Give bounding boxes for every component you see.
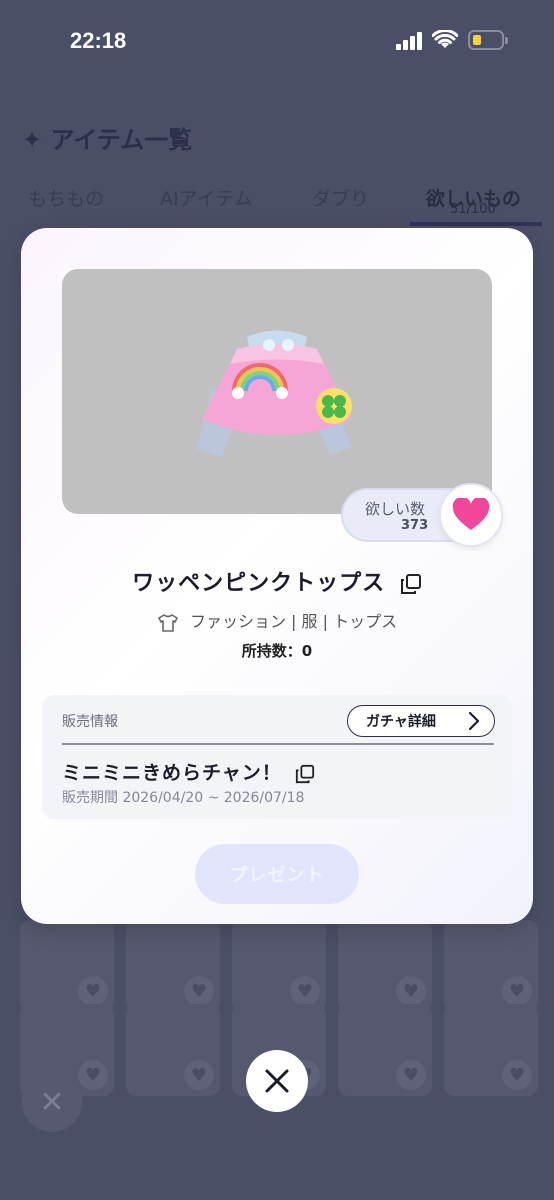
gacha-detail-label: ガチャ詳細 <box>366 714 436 730</box>
tab-bar: もちもの AIアイテム ダブり 欲しいもの 51/100 <box>0 170 554 230</box>
gacha-detail-button[interactable]: ガチャ詳細 <box>347 705 495 737</box>
heart-icon: ♥ <box>184 1060 214 1090</box>
heart-icon: ♥ <box>290 976 320 1006</box>
active-tab-indicator <box>410 222 542 226</box>
copy-icon[interactable] <box>295 764 315 784</box>
item-category: ファッション | 服 | トップス <box>21 608 533 633</box>
grid-item[interactable]: ♥ <box>20 920 114 1012</box>
gacha-name: ミニミニきめらチャン！ <box>62 762 282 784</box>
divider <box>62 743 494 745</box>
wishlist-heart-button[interactable] <box>439 483 503 547</box>
shirt-icon <box>158 613 178 632</box>
sales-info-label: 販売情報 <box>62 714 118 730</box>
pink-top-illustration <box>197 330 352 457</box>
chevron-right-icon <box>468 711 480 731</box>
grid-item[interactable]: ♥ <box>232 920 326 1012</box>
battery-icon <box>468 30 508 50</box>
page-title: ✦ アイテム一覧 <box>22 126 193 154</box>
grid-item[interactable]: ♥ <box>338 1004 432 1096</box>
grid-item[interactable]: ♥ <box>444 920 538 1012</box>
item-name: ワッペンピンクトップス <box>132 571 386 596</box>
heart-icon: ♥ <box>184 976 214 1006</box>
owned-count: 所持数：0 <box>241 642 313 660</box>
grid-item[interactable]: ♥ <box>338 920 432 1012</box>
present-button[interactable]: プレゼント <box>195 844 359 904</box>
signal-icon <box>396 32 426 50</box>
grid-item[interactable]: ♥ <box>126 1004 220 1096</box>
wifi-icon <box>432 30 458 48</box>
heart-icon: ♥ <box>396 1060 426 1090</box>
heart-icon: ♥ <box>502 976 532 1006</box>
item-image <box>62 269 492 514</box>
gacha-name-row: ミニミニきめらチャン！ <box>62 758 315 785</box>
heart-icon: ♥ <box>78 1060 108 1090</box>
heart-icon <box>452 498 490 530</box>
clover-patch <box>316 388 352 424</box>
grid-item[interactable]: ♥ <box>126 920 220 1012</box>
tab-mochimono[interactable]: もちもの <box>28 184 104 211</box>
grid-item[interactable]: ♥ <box>444 1004 538 1096</box>
background-close-icon: ✕ <box>22 1072 82 1132</box>
status-time: 22:18 <box>70 28 127 53</box>
want-count: 373 <box>401 518 429 533</box>
sales-period: 販売期間 2026/04/20 ~ 2026/07/18 <box>62 790 305 806</box>
category-text: ファッション | 服 | トップス <box>189 612 398 631</box>
close-icon <box>265 1069 289 1093</box>
close-button[interactable] <box>246 1050 308 1112</box>
sales-info-box: 販売情報 ガチャ詳細 ミニミニきめらチャン！ 販売期間 2026/04/20 ~… <box>42 695 512 819</box>
status-bar: 22:18 <box>0 0 554 80</box>
heart-icon: ♥ <box>78 976 108 1006</box>
copy-icon[interactable] <box>400 573 422 595</box>
heart-icon: ♥ <box>502 1060 532 1090</box>
tab-duplicates[interactable]: ダブり <box>312 184 369 211</box>
want-label: 欲しい数 <box>365 500 426 518</box>
item-detail-modal: 欲しい数 373 ワッペンピンクトップス ファッション | 服 | トップス 所… <box>21 228 533 924</box>
item-name-row: ワッペンピンクトップス <box>21 565 533 597</box>
tab-ai-items[interactable]: AIアイテム <box>160 184 253 211</box>
heart-icon: ♥ <box>396 976 426 1006</box>
wishlist-count: 51/100 <box>450 202 496 217</box>
